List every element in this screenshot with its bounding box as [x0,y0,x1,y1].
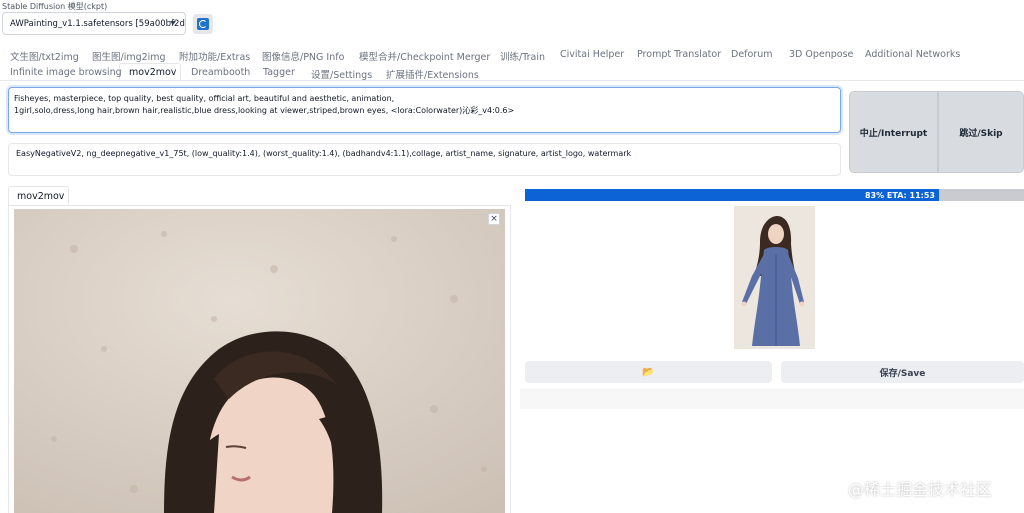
save-label: 保存/Save [879,368,926,379]
tabs-divider [0,80,1024,81]
tab-settings[interactable]: 设置/Settings [311,67,372,81]
chevron-down-icon [170,21,176,25]
model-label: Stable Diffusion 模型(ckpt) [2,2,108,11]
open-folder-button[interactable]: 📂 [525,361,772,383]
tab-tagger[interactable]: Tagger [263,67,295,78]
interrupt-label: 中止/Interrupt [859,128,928,139]
folder-icon: 📂 [642,366,655,378]
tab-txt2img[interactable]: 文生图/txt2img [10,49,79,63]
tab-infinite-image-browsing[interactable]: Infinite image browsing [10,67,122,78]
close-video-button[interactable]: × [488,213,500,225]
output-image-frame [734,206,815,349]
tab-extensions[interactable]: 扩展插件/Extensions [386,67,479,81]
source-video-frame [14,209,505,513]
generation-info-panel [520,389,1024,409]
negative-prompt-text: EasyNegativeV2, ng_deepnegative_v1_75t, … [16,149,632,158]
tab-3d-openpose[interactable]: 3D Openpose [789,49,853,60]
source-video[interactable] [14,209,505,513]
tab-train[interactable]: 训练/Train [500,49,545,63]
refresh-model-button[interactable] [193,14,213,34]
tab-civitai-helper[interactable]: Civitai Helper [560,49,624,60]
prompt-line-1: Fisheyes, masterpiece, top quality, best… [14,94,395,103]
close-icon: × [490,214,498,224]
tab-dreambooth[interactable]: Dreambooth [191,67,250,78]
mov2mov-input-label: mov2mov [17,191,65,202]
prompt-text: Fisheyes, masterpiece, top quality, best… [14,93,834,117]
prompt-line-2: 1girl,solo,dress,long hair,brown hair,re… [14,106,515,115]
watermark-text: @稀土掘金技术社区 [848,480,993,499]
tab-additional-networks[interactable]: Additional Networks [865,49,960,60]
model-select-value: AWPainting_v1.1.safetensors [59a00bf2d( [10,19,186,29]
save-button[interactable]: 保存/Save [781,361,1024,383]
tab-prompt-translator[interactable]: Prompt Translator [637,49,721,60]
tab-checkpoint-merger[interactable]: 模型合并/Checkpoint Merger [359,49,490,63]
tab-mov2mov-input[interactable]: mov2mov [8,186,69,206]
tab-img2img[interactable]: 图生图/img2img [92,49,166,63]
model-select[interactable]: AWPainting_v1.1.safetensors [59a00bf2d( [2,12,186,35]
output-image[interactable] [734,206,815,349]
refresh-icon [197,18,209,30]
tab-extras[interactable]: 附加功能/Extras [179,49,250,63]
skip-label: 跳过/Skip [959,128,1003,139]
negative-prompt-input[interactable] [8,143,841,176]
interrupt-button[interactable]: 中止/Interrupt [849,91,938,173]
skip-button[interactable]: 跳过/Skip [938,91,1024,173]
tab-deforum[interactable]: Deforum [731,49,773,60]
tab-png-info[interactable]: 图像信息/PNG Info [262,49,344,63]
progress-text: 83% ETA: 11:53 [864,191,935,200]
tab-mov2mov[interactable]: mov2mov [129,67,176,78]
